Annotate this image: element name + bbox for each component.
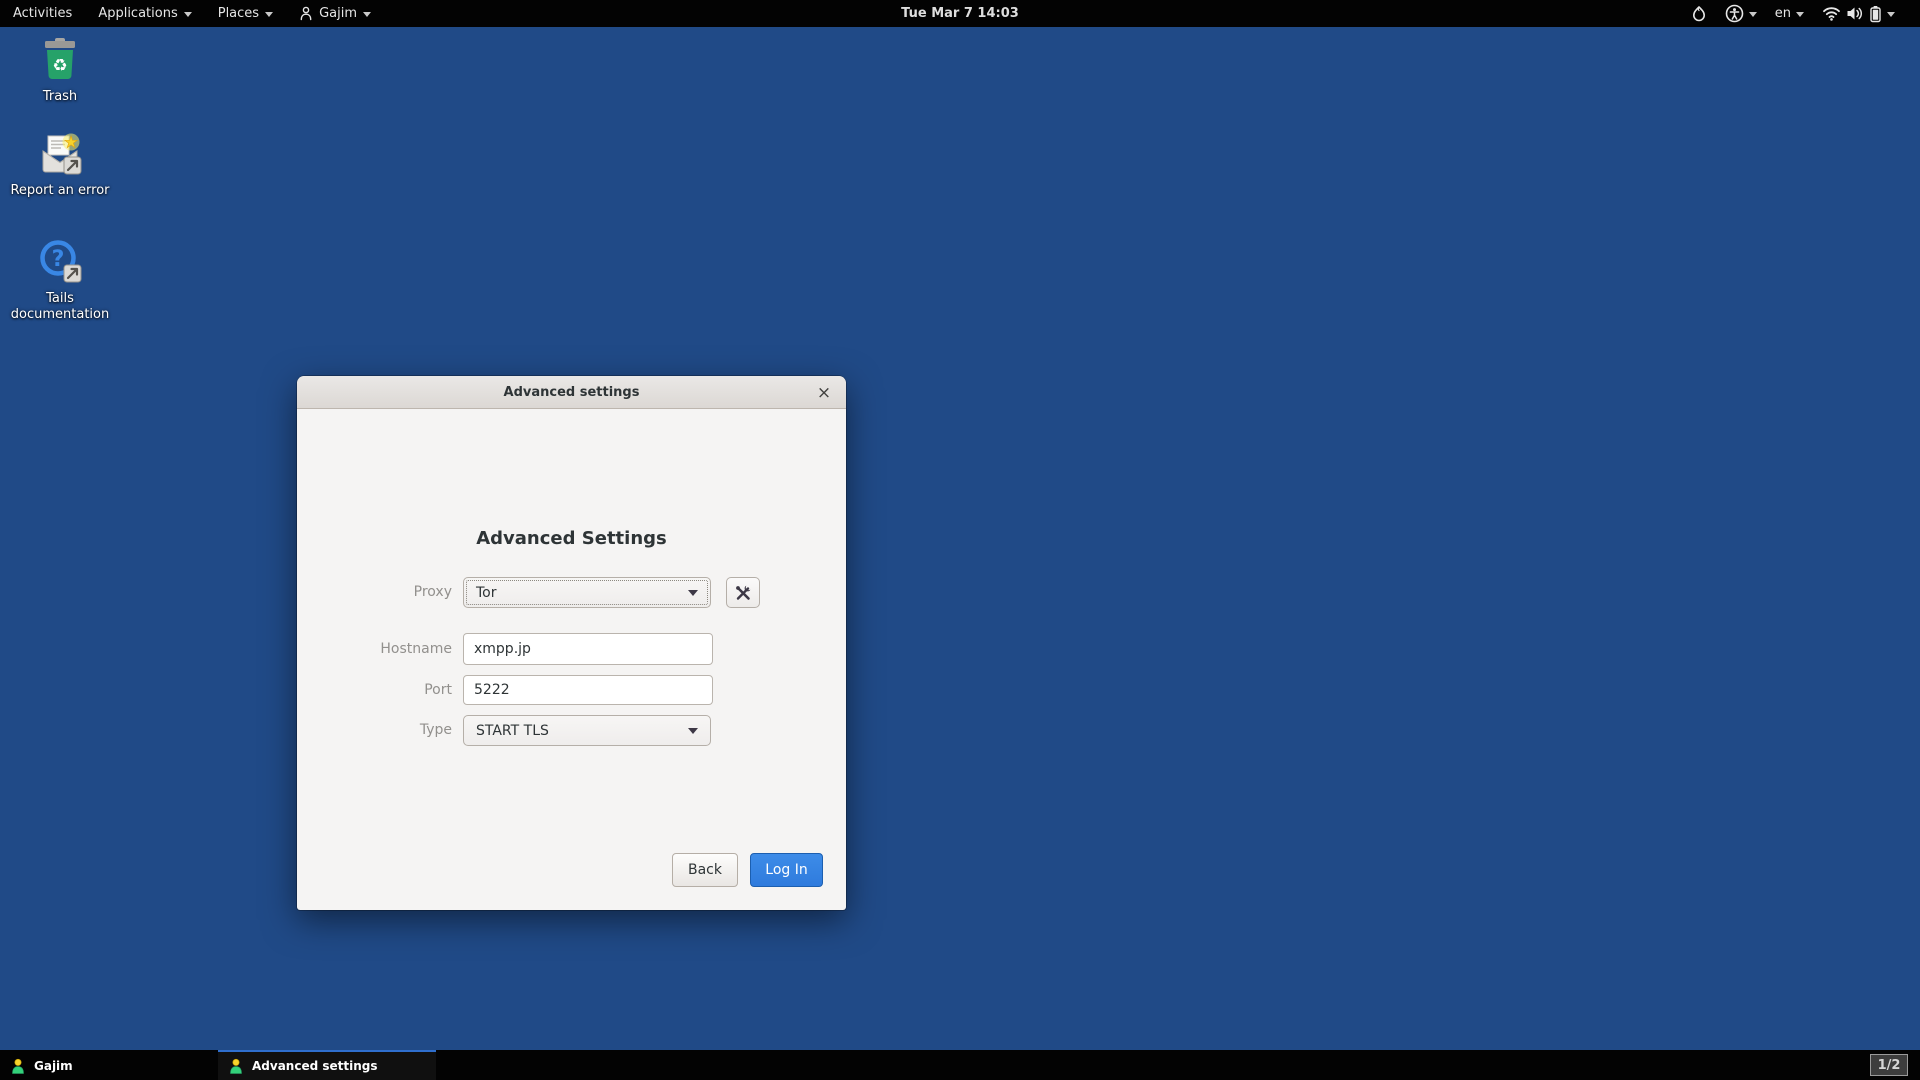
taskbar-item-label: Gajim xyxy=(34,1059,73,1073)
type-label: Type xyxy=(297,722,452,738)
chevron-down-icon xyxy=(688,590,698,596)
volume-icon xyxy=(1846,0,1864,27)
desktop-icon-tails-docs[interactable]: ? Tails documentation xyxy=(0,238,120,323)
taskbar-item-advanced-settings[interactable]: Advanced settings xyxy=(218,1050,436,1080)
tools-icon xyxy=(734,584,752,602)
places-menu[interactable]: Places xyxy=(205,0,286,27)
taskbar-item-label: Advanced settings xyxy=(252,1059,378,1073)
desktop-icon-report-error[interactable]: ★ Report an error xyxy=(0,130,120,199)
battery-icon xyxy=(1869,0,1882,27)
activities-label: Activities xyxy=(13,6,72,21)
topbar-right: en xyxy=(1682,0,1920,27)
places-label: Places xyxy=(218,6,259,21)
tor-status-menu[interactable] xyxy=(1682,0,1716,27)
proxy-label: Proxy xyxy=(297,584,452,600)
tails-documentation-icon: ? xyxy=(36,238,84,286)
taskbar: Gajim Advanced settings 1/2 xyxy=(0,1050,1920,1080)
close-icon[interactable]: × xyxy=(810,376,838,409)
hostname-label: Hostname xyxy=(297,641,452,657)
clock-label: Tue Mar 7 14:03 xyxy=(901,6,1019,21)
chevron-down-icon xyxy=(1887,12,1895,17)
proxy-value: Tor xyxy=(476,585,497,601)
clock[interactable]: Tue Mar 7 14:03 xyxy=(891,0,1029,27)
gajim-icon xyxy=(228,1058,244,1074)
chevron-down-icon xyxy=(265,12,273,17)
desktop-icon-label: Report an error xyxy=(10,183,109,199)
type-dropdown[interactable]: START TLS xyxy=(463,715,711,746)
svg-text:★: ★ xyxy=(64,133,78,152)
chevron-down-icon xyxy=(1796,12,1804,17)
hostname-input[interactable] xyxy=(463,633,713,665)
chevron-down-icon xyxy=(363,12,371,17)
port-input[interactable] xyxy=(463,675,713,705)
top-bar: Activities Applications Places Gajim Tue… xyxy=(0,0,1920,27)
topbar-left: Activities Applications Places Gajim xyxy=(0,0,384,27)
desktop-icon-trash[interactable]: ♻ Trash xyxy=(0,36,120,105)
dialog-titlebar[interactable]: Advanced settings × xyxy=(297,376,846,409)
onion-icon xyxy=(1691,0,1707,27)
keyboard-layout-menu[interactable]: en xyxy=(1766,0,1813,27)
wifi-icon xyxy=(1822,0,1841,27)
workspace-indicator[interactable]: 1/2 xyxy=(1870,1054,1908,1076)
app-menu-label: Gajim xyxy=(319,6,357,21)
svg-text:?: ? xyxy=(52,247,65,272)
person-outline-icon xyxy=(299,6,313,21)
proxy-settings-button[interactable] xyxy=(726,577,760,608)
gajim-icon xyxy=(10,1058,26,1074)
dialog-heading: Advanced Settings xyxy=(297,528,846,549)
chevron-down-icon xyxy=(688,728,698,734)
back-button[interactable]: Back xyxy=(672,853,738,887)
chevron-down-icon xyxy=(1749,12,1757,17)
desktop-icon-label: Tails documentation xyxy=(0,291,120,323)
activities-button[interactable]: Activities xyxy=(0,0,85,27)
advanced-settings-dialog: Advanced settings × Advanced Settings Pr… xyxy=(297,376,846,910)
accessibility-icon xyxy=(1725,0,1744,27)
system-menu[interactable] xyxy=(1813,0,1904,27)
app-menu-gajim[interactable]: Gajim xyxy=(286,0,384,27)
type-value: START TLS xyxy=(476,723,549,739)
proxy-dropdown[interactable]: Tor xyxy=(463,577,711,608)
login-button[interactable]: Log In xyxy=(750,853,823,887)
port-label: Port xyxy=(297,682,452,698)
svg-text:♻: ♻ xyxy=(52,56,67,76)
chevron-down-icon xyxy=(184,12,192,17)
keyboard-layout-label: en xyxy=(1775,6,1791,21)
trash-icon: ♻ xyxy=(36,36,84,84)
applications-menu[interactable]: Applications xyxy=(85,0,204,27)
accessibility-menu[interactable] xyxy=(1716,0,1766,27)
applications-label: Applications xyxy=(98,6,177,21)
taskbar-item-gajim[interactable]: Gajim xyxy=(0,1050,218,1080)
dialog-title: Advanced settings xyxy=(504,385,640,400)
report-error-icon: ★ xyxy=(36,130,84,178)
desktop-icon-label: Trash xyxy=(43,89,77,105)
